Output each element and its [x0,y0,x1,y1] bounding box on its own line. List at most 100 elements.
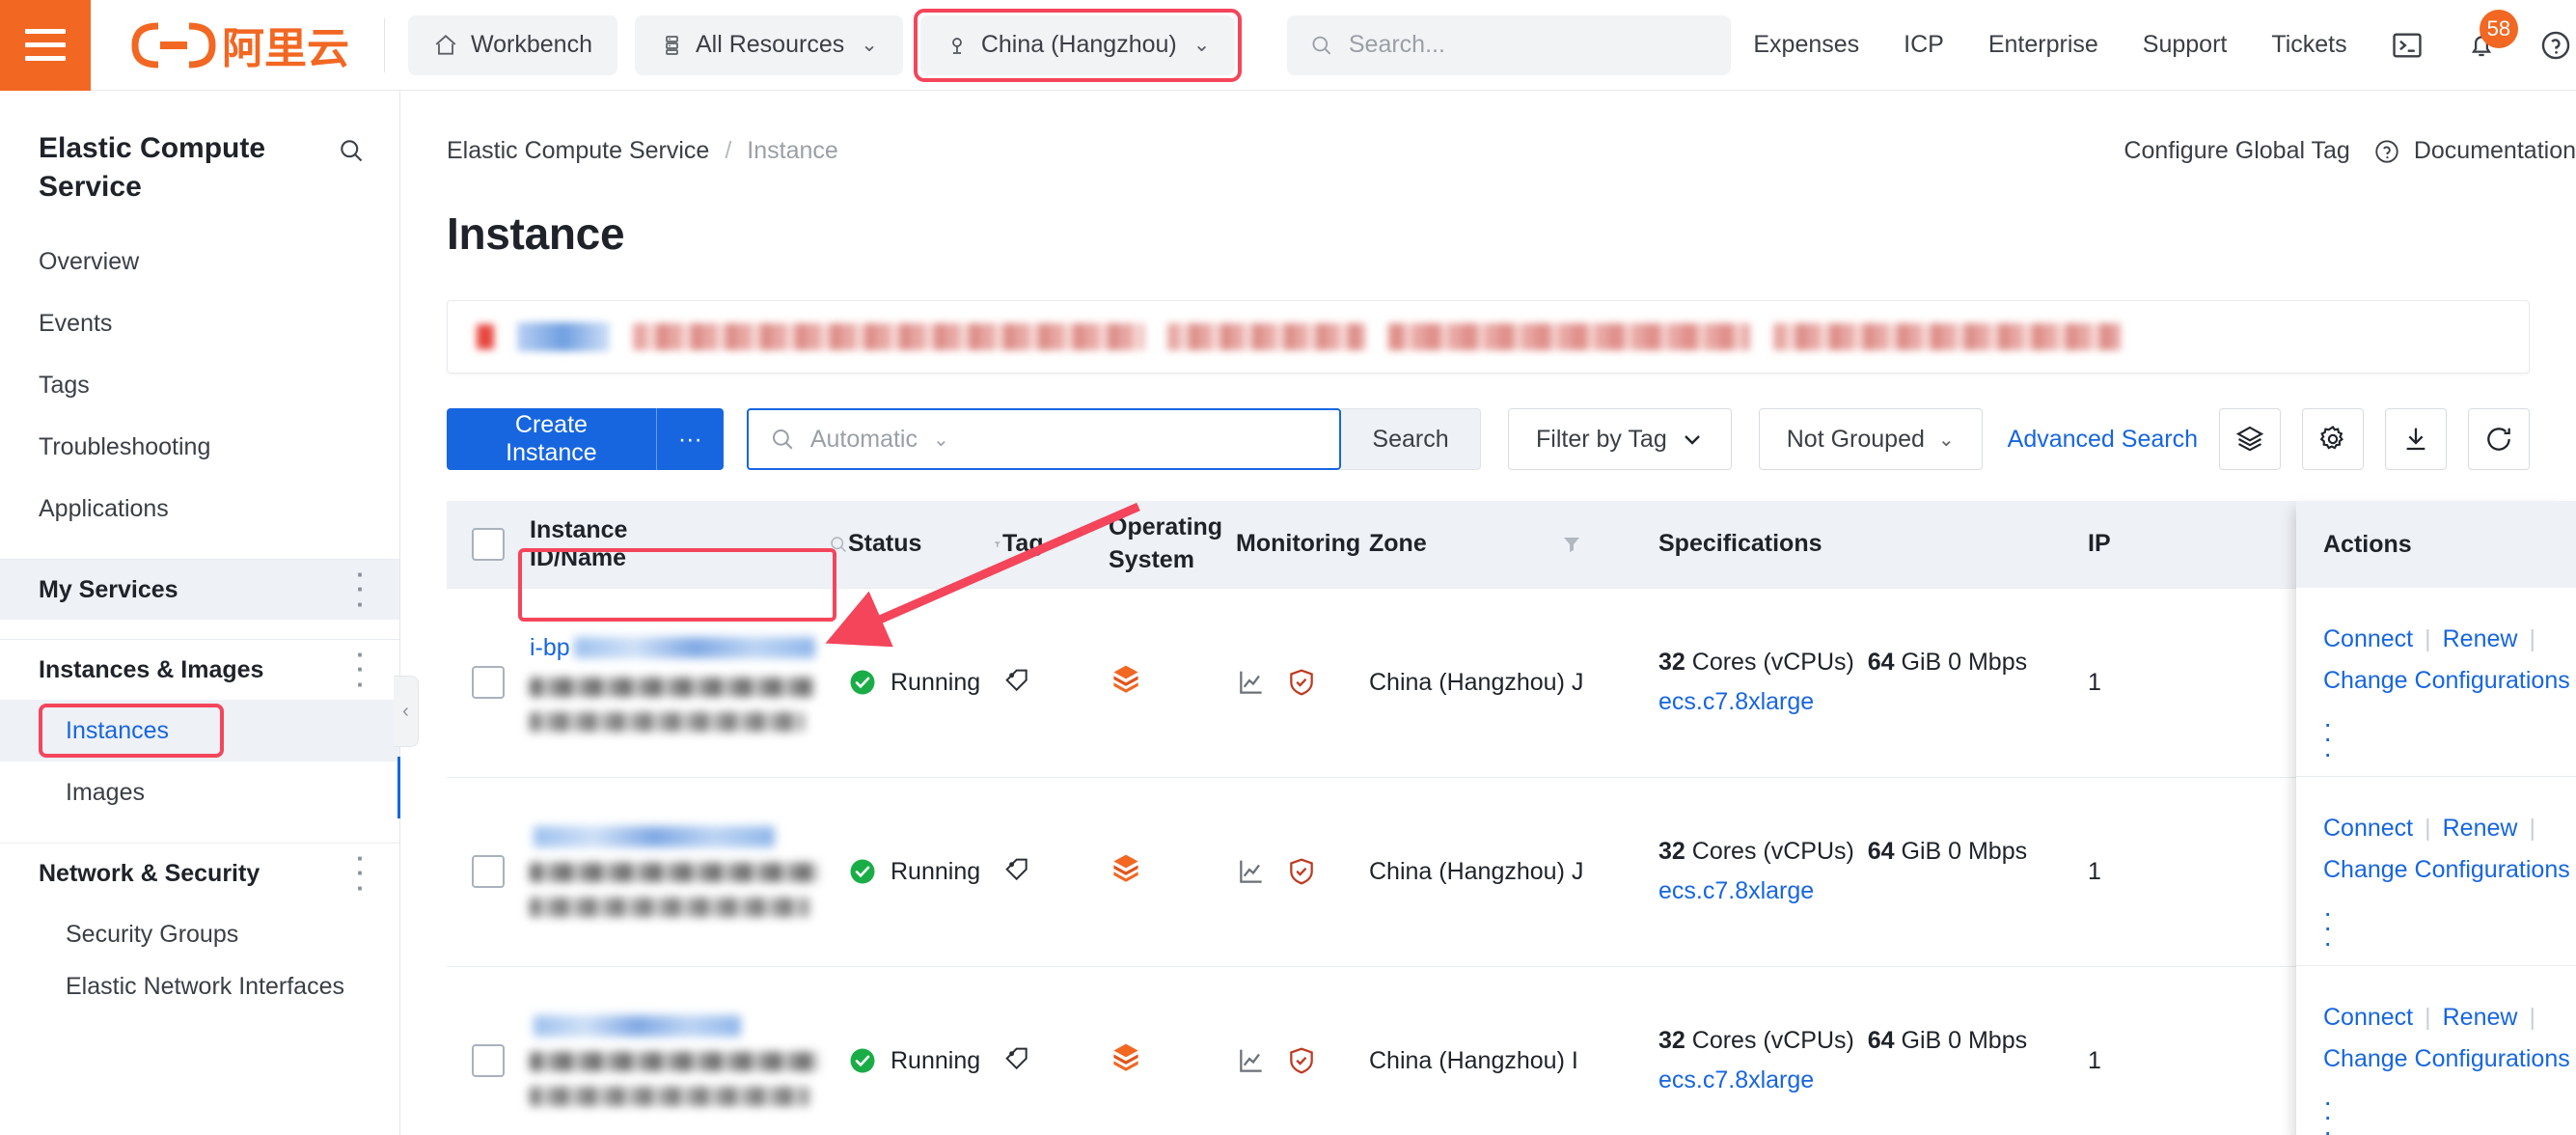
filter-icon[interactable] [1560,533,1583,556]
refresh-icon[interactable] [2468,408,2530,470]
shield-check-icon[interactable] [1286,856,1317,887]
pill-all-resources[interactable]: All Resources ⌄ [635,14,903,75]
sidebar-item-label: Images [66,778,145,806]
hamburger-icon[interactable] [0,0,91,91]
chart-line-icon[interactable] [1236,667,1267,698]
help-circle-icon[interactable] [2518,29,2576,62]
banner-marker [477,324,494,349]
sidebar-search-icon[interactable] [338,129,365,169]
create-instance-button[interactable]: Create Instance [447,408,656,470]
help-circle-icon [2375,139,2398,163]
header-link-enterprise[interactable]: Enterprise [1966,31,2121,59]
sidebar-collapse-toggle[interactable]: ‹ [394,676,419,747]
aliyun-logo[interactable]: 阿里云 [91,20,384,70]
shield-check-icon[interactable] [1286,1045,1317,1076]
row-select-cell [447,966,530,1135]
sidebar-group-my-services[interactable]: My Services · · · [0,560,399,621]
bell-icon[interactable]: 58 [2445,9,2519,62]
instance-id-cell [530,777,848,967]
filter-by-tag-button[interactable]: Filter by Tag [1508,408,1732,470]
search-icon[interactable] [829,532,848,557]
sidebar-item-images[interactable]: Images [0,761,399,823]
breadcrumb-parent[interactable]: Elastic Compute Service [447,137,709,165]
row-checkbox[interactable] [472,855,505,888]
connect-link[interactable]: Connect [2323,815,2413,842]
global-search[interactable] [1287,14,1732,75]
sidebar-item-tags[interactable]: Tags [0,354,399,416]
sidebar-group-network-security[interactable]: Network & Security · · · [0,844,399,903]
change-configurations-link[interactable]: Change Configurations [2323,667,2570,694]
spec-instance-type-link[interactable]: ecs.c7.8xlarge [1658,682,2063,722]
sidebar-item-events[interactable]: Events [0,292,399,354]
instances-table-wrapper: Instance ID/Name Status Tag Operating Sy… [447,501,2576,1135]
row-more-actions-icon[interactable]: · · · [2323,709,2576,767]
layers-icon[interactable] [2219,408,2281,470]
pill-region-selector[interactable]: China (Hangzhou) ⌄ [913,8,1243,82]
pill-workbench-label: Workbench [471,31,592,58]
svg-text:阿里云: 阿里云 [222,24,349,70]
sidebar-item-elastic-network-interfaces[interactable]: Elastic Network Interfaces [0,965,399,1004]
instance-id-link[interactable] [530,1015,829,1037]
sidebar-item-instances[interactable]: Instances [0,700,399,762]
renew-link[interactable]: Renew [2443,815,2518,842]
connect-link[interactable]: Connect [2323,1004,2413,1031]
sidebar-item-security-groups[interactable]: Security Groups [0,903,399,965]
table-row[interactable]: Running [447,777,2511,967]
sidebar-item-overview[interactable]: Overview [0,231,399,292]
sidebar-item-troubleshooting[interactable]: Troubleshooting [0,416,399,478]
header-link-expenses[interactable]: Expenses [1731,31,1881,59]
tag-icon[interactable] [1002,853,1033,884]
configure-global-tag-link[interactable]: Configure Global Tag [2124,137,2349,165]
create-instance-more-button[interactable]: ··· [655,408,724,470]
gear-icon[interactable] [2302,408,2364,470]
instance-id-link[interactable]: i-bp [530,634,829,662]
spec-instance-type-link[interactable]: ecs.c7.8xlarge [1658,1061,2063,1100]
table-row[interactable]: i-bp Running China (Hangzhou) J 32 Cores… [447,547,2511,778]
group-more-icon[interactable]: · · · [356,845,365,900]
chevron-down-icon[interactable]: ⌄ [933,428,949,452]
action-divider: | [2529,625,2535,652]
documentation-link[interactable]: Documentation [2414,137,2576,165]
spec-instance-type-link[interactable]: ecs.c7.8xlarge [1658,872,2063,911]
filter-icon[interactable] [993,533,1002,556]
group-more-icon[interactable]: · · · [356,562,365,617]
instance-id-link[interactable] [530,826,829,847]
col-actions-label: Actions [2296,501,2576,588]
chart-line-icon[interactable] [1236,856,1267,887]
tag-icon[interactable] [1002,664,1033,695]
os-cube-icon [1113,854,1138,882]
grouping-button[interactable]: Not Grouped ⌄ [1758,408,1983,470]
sidebar-title-row: Elastic Compute Service [0,91,399,206]
sidebar-item-applications[interactable]: Applications [0,478,399,540]
header-link-icp[interactable]: ICP [1881,31,1966,59]
global-search-input[interactable] [1348,31,1709,59]
row-more-actions-icon[interactable]: · · · [2323,1088,2576,1135]
table-toolbar: Create Instance ··· Automatic ⌄ Search F… [400,374,2576,470]
connect-link[interactable]: Connect [2323,625,2413,652]
shield-check-icon[interactable] [1286,667,1317,698]
pill-workbench[interactable]: Workbench [408,14,617,75]
search-button[interactable]: Search [1341,408,1482,470]
select-all-checkbox[interactable] [472,527,505,561]
row-checkbox[interactable] [472,1044,505,1077]
chart-line-icon[interactable] [1236,1045,1267,1076]
terminal-icon[interactable] [2370,29,2445,62]
advanced-search-link[interactable]: Advanced Search [2008,426,2198,454]
renew-link[interactable]: Renew [2443,625,2518,652]
table-row[interactable]: Running [447,966,2511,1135]
row-checkbox[interactable] [472,666,505,699]
sidebar-group-instances-images[interactable]: Instances & Images · · · [0,640,399,700]
status-cell: Running [848,966,1002,1135]
row-more-actions-icon[interactable]: · · · [2323,899,2576,956]
renew-link[interactable]: Renew [2443,1004,2518,1031]
header-link-tickets[interactable]: Tickets [2249,31,2369,59]
change-configurations-link[interactable]: Change Configurations [2323,1045,2570,1072]
download-icon[interactable] [2385,408,2447,470]
instance-search-field[interactable]: Automatic ⌄ [746,408,1342,470]
change-configurations-link[interactable]: Change Configurations [2323,856,2570,883]
col-status: Status [848,501,1002,588]
header-link-support[interactable]: Support [2121,31,2250,59]
tag-icon[interactable] [1002,1042,1033,1073]
instance-id-redacted [534,826,775,847]
group-more-icon[interactable]: · · · [356,642,365,697]
